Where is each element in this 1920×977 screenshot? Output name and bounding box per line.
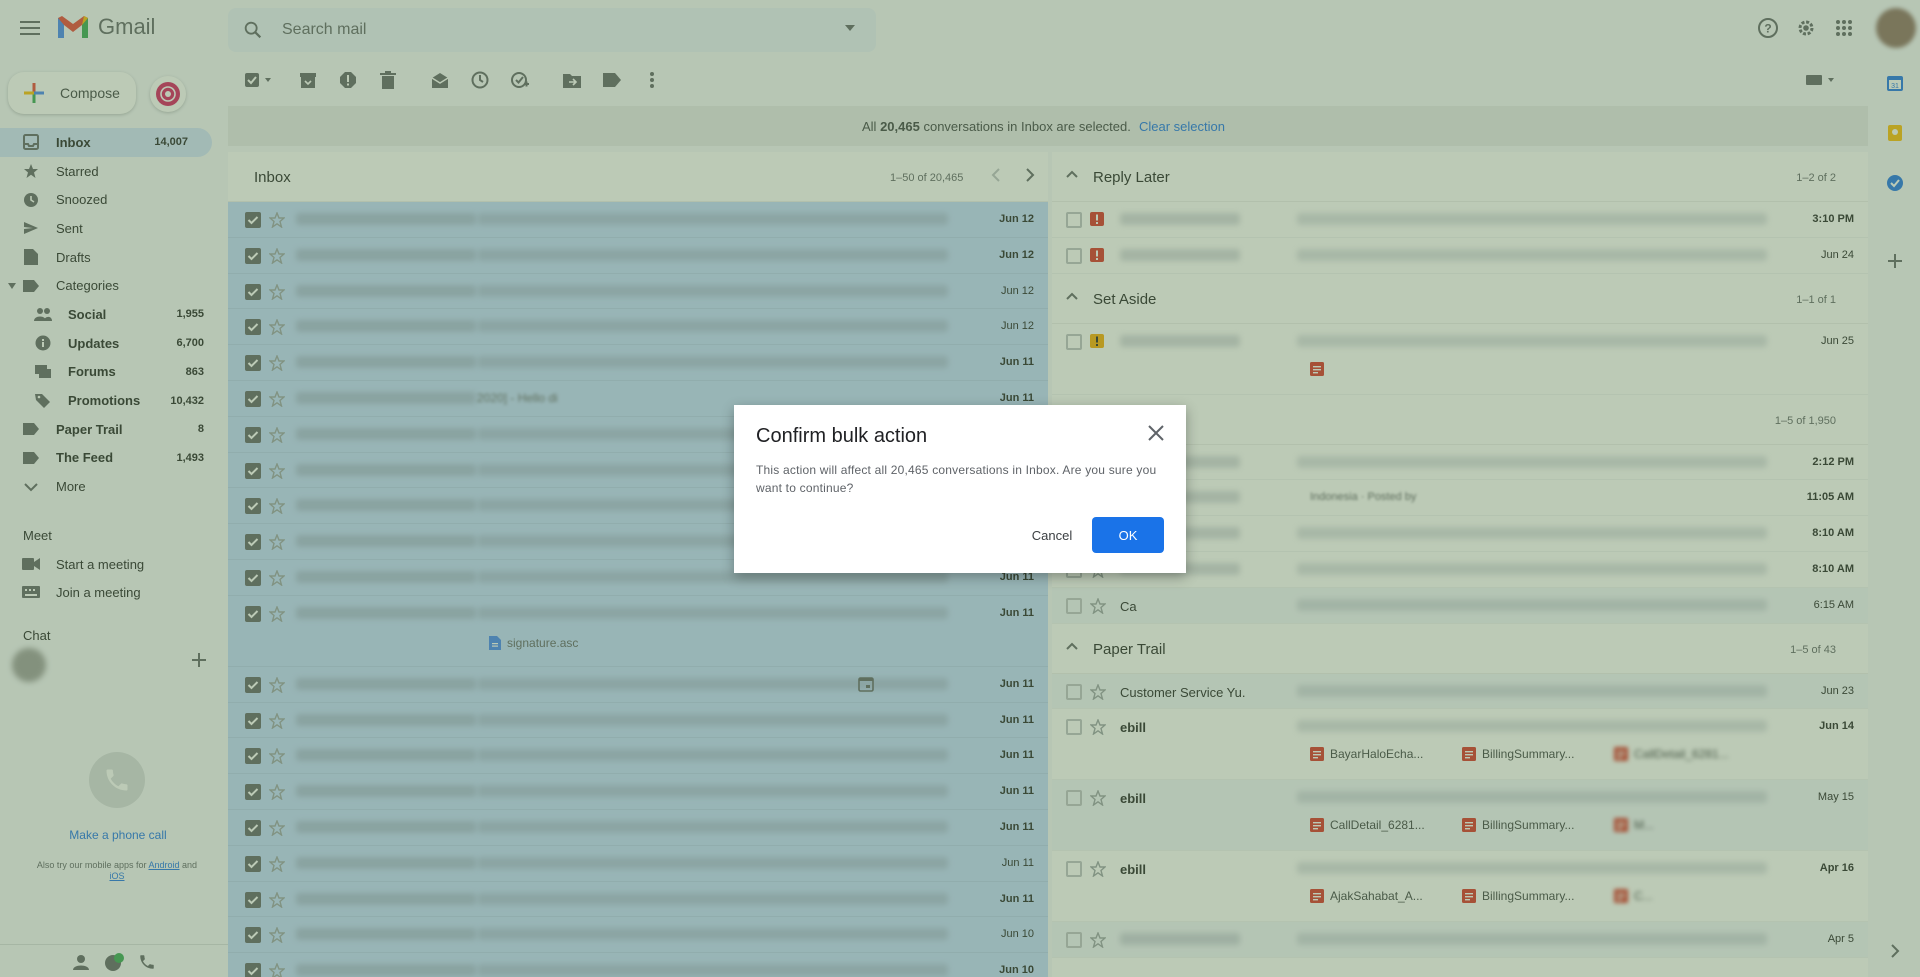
dialog-title: Confirm bulk action [756, 425, 928, 447]
dialog-message: This action will affect all 20,465 conve… [756, 463, 1157, 495]
ok-button[interactable]: OK [1092, 517, 1164, 553]
cancel-button[interactable]: Cancel [1020, 517, 1084, 553]
close-icon[interactable] [1146, 423, 1166, 443]
confirm-bulk-action-dialog: Confirm bulk action This action will aff… [734, 405, 1186, 573]
gmail-app: Gmail Search mail ? Compose Inbox14,007 [0, 0, 1920, 977]
